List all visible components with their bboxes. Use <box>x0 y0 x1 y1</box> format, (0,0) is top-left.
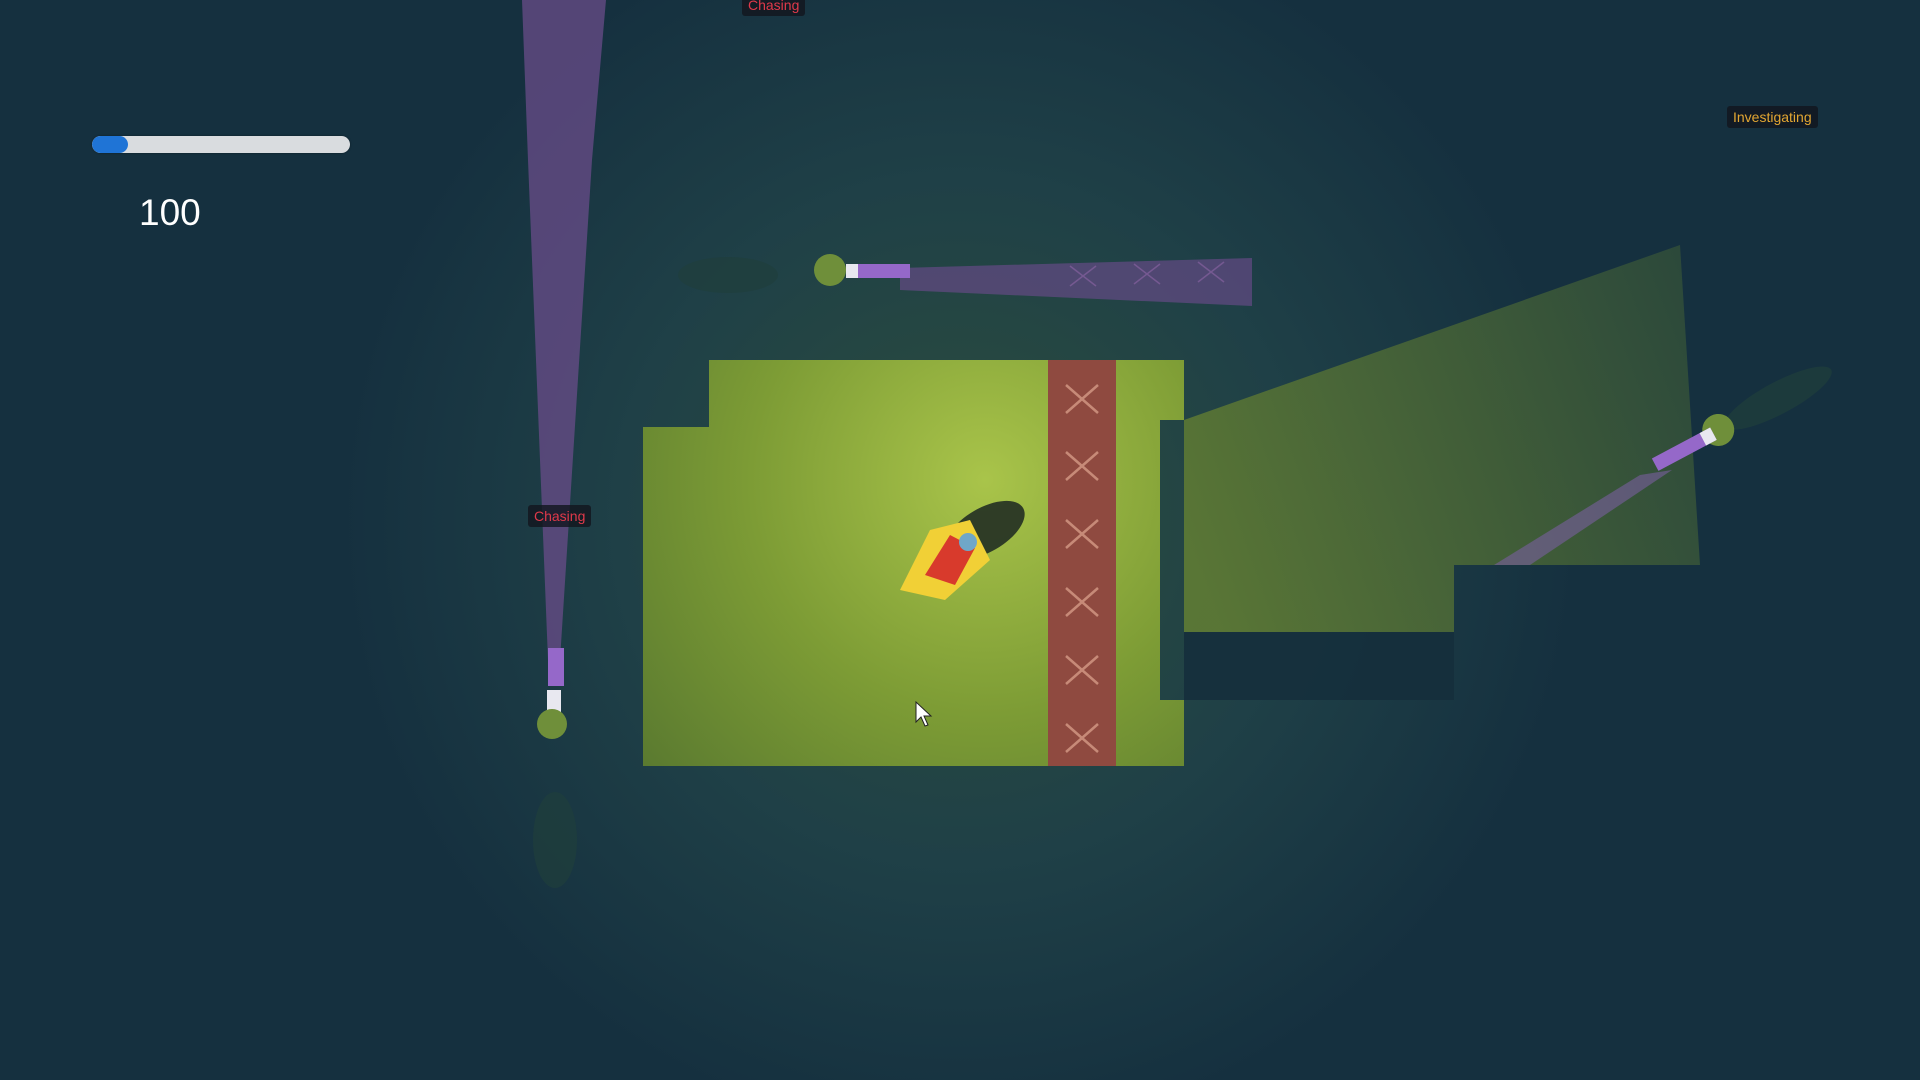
enemy-status-left: Chasing <box>528 505 592 527</box>
enemy-status-top: Chasing <box>742 0 806 16</box>
game-viewport[interactable]: 100 Chasing Chasing Investigating <box>0 0 1920 1080</box>
wall-block-right <box>1184 632 1454 700</box>
game-scene <box>0 0 1920 1080</box>
health-bar-fill <box>92 136 129 153</box>
health-bar <box>92 136 350 153</box>
enemy-status-right: Investigating <box>1727 106 1818 128</box>
score-counter: 100 <box>139 192 201 233</box>
hazard-strip <box>1048 360 1116 766</box>
